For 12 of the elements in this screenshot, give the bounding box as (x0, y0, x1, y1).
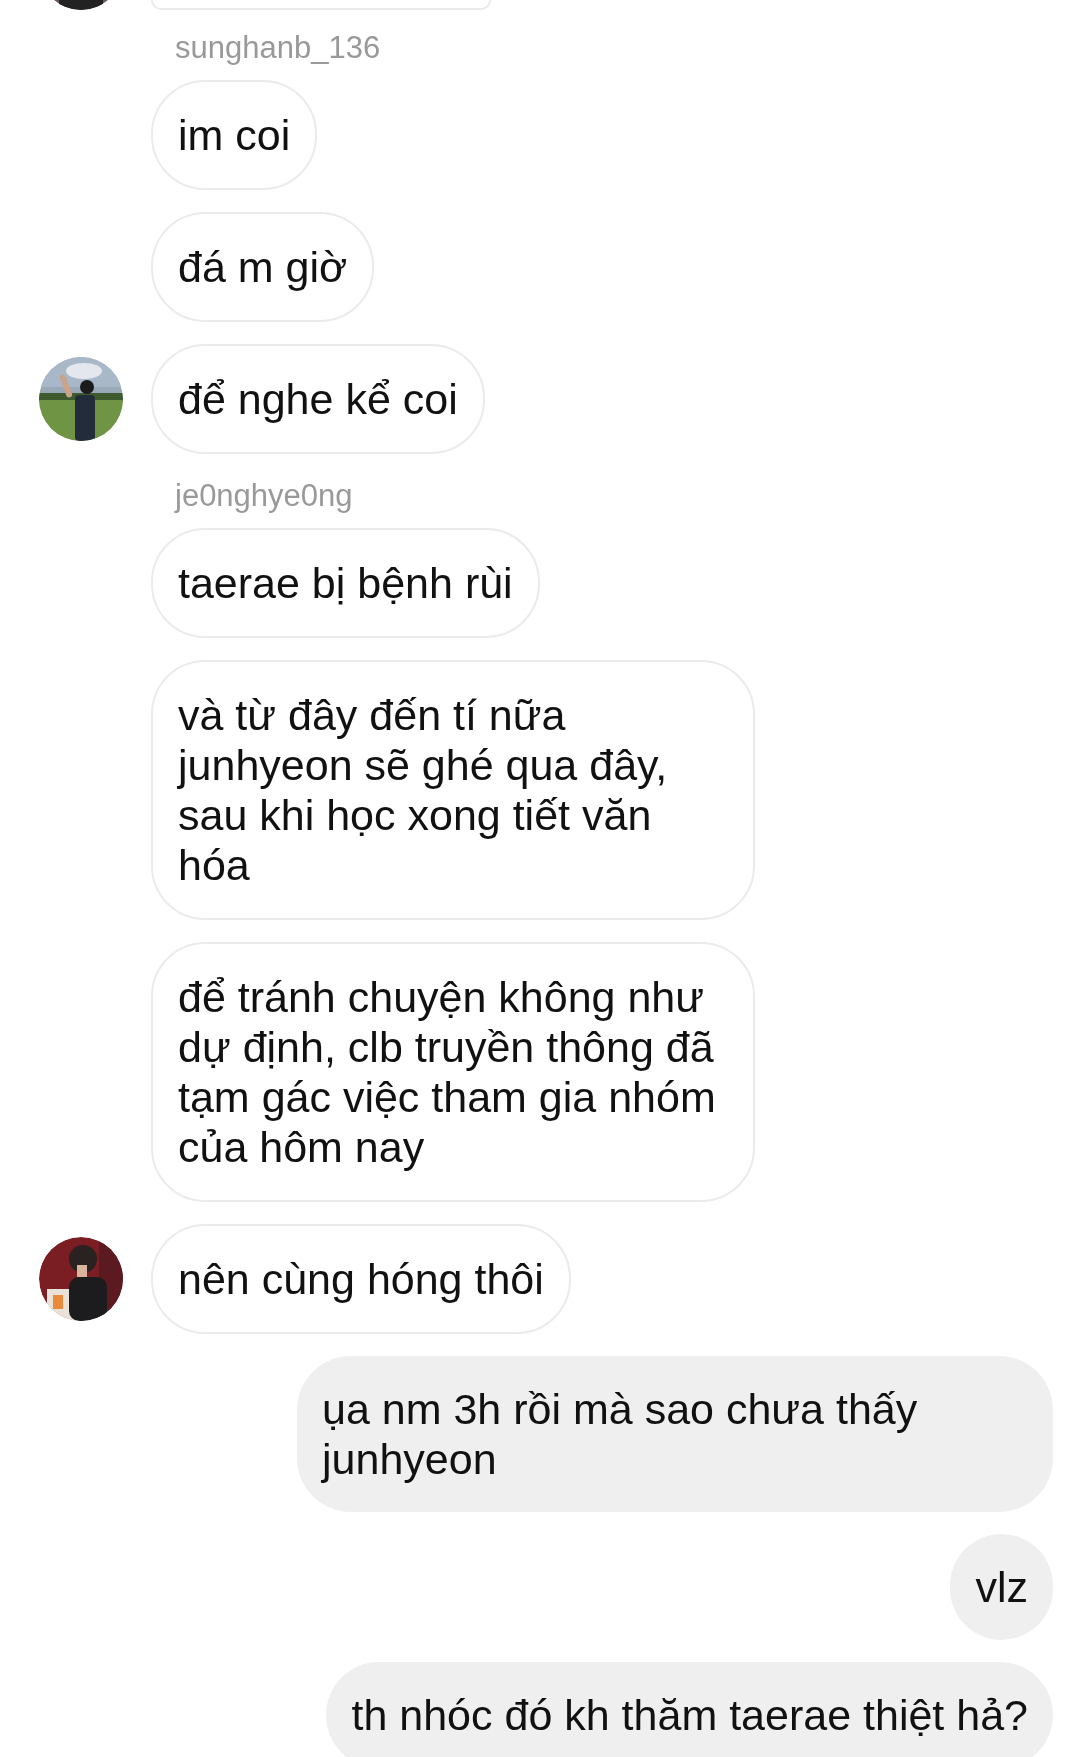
message-bubble: th nhóc đó kh thăm taerae thiệt hả? (326, 1662, 1053, 1757)
message-bubble: để tránh chuyện không như dự định, clb truyền thông đã tạm gác việc tham gia nhóm của hôm nay (151, 942, 755, 1202)
message-bubble: đá m giờ (151, 212, 375, 322)
message-bubble: để nghe kể coi (151, 344, 485, 454)
message-bubble: và từ đây đến tí nữa junhyeon sẽ ghé qua đây, sau khi học xong tiết văn hóa (151, 660, 755, 920)
sender-name: je0nghye0ng (175, 477, 354, 515)
message-bubble: ụa nm 3h rồi mà sao chưa thấy junhyeon (297, 1356, 1053, 1512)
message-bubble: vlz (950, 1534, 1053, 1640)
message-bubble: taerae bị bệnh rùi (151, 528, 540, 638)
message-bubble: im coi (151, 80, 318, 190)
message-bubble: nên cùng hóng thôi (151, 1224, 571, 1334)
sender-name: sunghanb_136 (175, 29, 382, 67)
